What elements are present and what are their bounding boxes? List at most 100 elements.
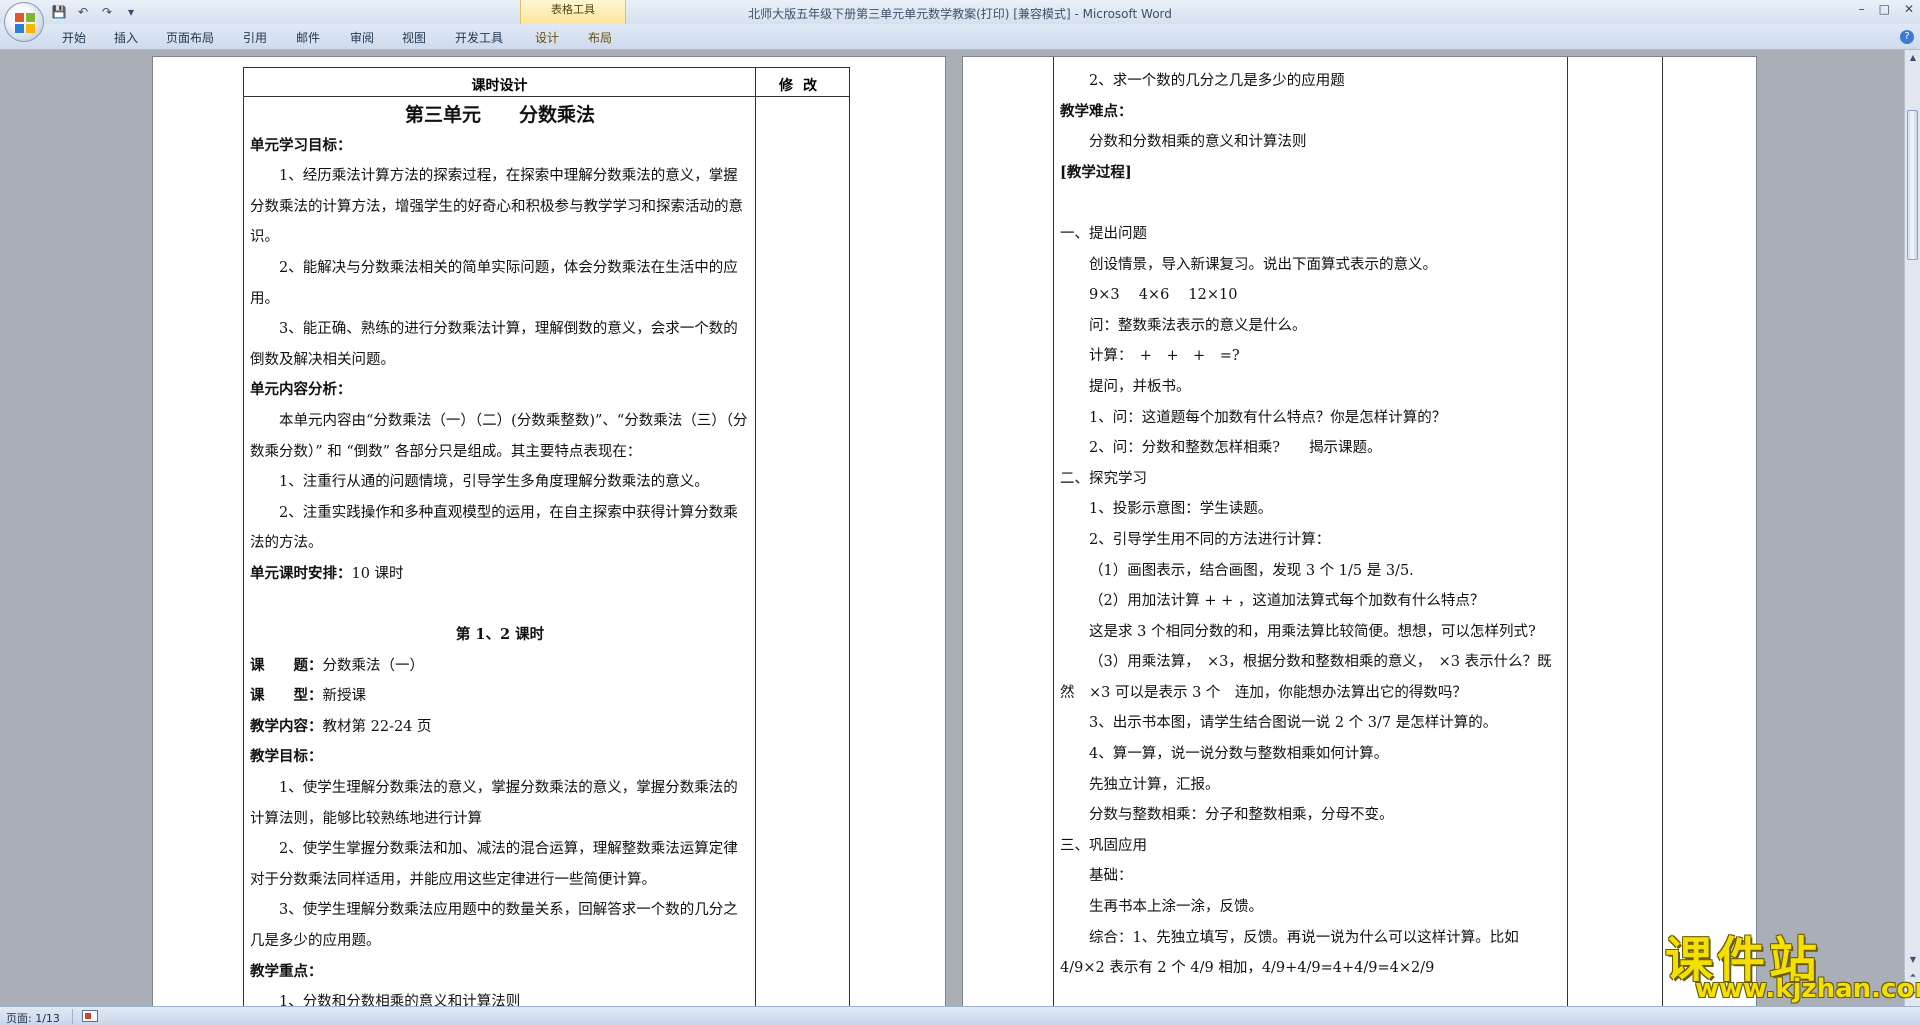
close-button[interactable]: ✕ [1904,2,1914,16]
teach-goals-label: 教学目标： [250,748,323,766]
proofing-status-icon[interactable] [82,1010,98,1022]
schedule-value: 10 课时 [351,565,404,582]
section-2: 二、探究学习 [1060,470,1147,487]
maximize-button[interactable]: □ [1879,2,1890,16]
header-row-divider [244,96,849,97]
unit-goals-label: 单元学习目标： [250,136,352,154]
teach-content-label: 教学内容： [250,717,323,735]
process-line: 创设情景，导入新课复习。说出下面算式表示的意义。 [1089,256,1437,273]
teach-goal-2: 2、使学生掌握分数乘法和加、减法的混合运算，理解整数乘法运算定律对于分数乘法同样… [250,841,738,888]
process-line: 分数与整数相乘：分子和整数相乘，分母不变。 [1089,807,1394,824]
save-icon[interactable]: 💾 [50,4,68,20]
column-divider [1567,57,1568,1006]
process-line: 综合：1、先独立填写，反馈。再说一说为什么可以这样计算。比如 4/9×2 表示有… [1060,929,1519,977]
watermark: 课件站 www.kjzhan.com [1665,920,1920,1005]
tab-layout[interactable]: 布局 [588,29,612,46]
status-divider [72,1009,73,1024]
lesson-design-header: 课时设计 [471,78,528,94]
process-line: 2、引导学生用不同的方法进行计算： [1089,531,1331,548]
key-point-2: 2、求一个数的几分之几是多少的应用题 [1089,73,1345,89]
undo-icon[interactable]: ↶ [74,4,92,20]
redo-icon[interactable]: ↷ [98,4,116,20]
page-count-status[interactable]: 页面: 1/13 [6,1010,60,1025]
teach-content-value: 教材第 22-24 页 [322,718,432,735]
topic-line: 课 题：分数乘法（一） [250,651,750,682]
key-points-label: 教学重点： [250,962,323,980]
page-1-body[interactable]: 第三单元 分数乘法 单元学习目标： 1、经历乘法计算方法的探索过程，在探索中理解… [250,100,750,1006]
topic-label: 课 题： [250,656,323,674]
process-line: 1、投影示意图：学生读题。 [1089,501,1273,518]
difficulty-text: 分数和分数相乘的意义和计算法则 [1089,134,1307,151]
process-line: 2、问：分数和整数怎样相乘? 揭示课题。 [1089,440,1382,457]
content-analysis-text: 本单元内容由“分数乘法（一）（二）(分数乘整数)”、“分数乘法（三）（分数乘分数… [250,412,748,460]
tab-design[interactable]: 设计 [535,29,559,46]
tab-mailings[interactable]: 邮件 [296,29,320,46]
document-workspace: 课时设计 修改 第三单元 分数乘法 单元学习目标： 1、经历乘法计算方法的探索过… [0,50,1904,1006]
type-line: 课 型：新授课 [250,681,750,712]
process-line: 计算： + + + =? [1089,348,1240,365]
unit-goal-3: 3、能正确、熟练的进行分数乘法计算，理解倒数的意义，会求一个数的倒数及解决相关问… [250,321,738,368]
difficulty-label: 教学难点： [1060,102,1133,120]
help-icon[interactable]: ? [1900,30,1914,44]
section-3: 三、巩固应用 [1060,837,1147,854]
lesson-table-page-2: 2、求一个数的几分之几是多少的应用题 教学难点： 分数和分数相乘的意义和计算法则… [1053,57,1663,1006]
schedule-label: 单元课时安排： [250,564,352,582]
unit-goal-2: 2、能解决与分数乘法相关的简单实际问题，体会分数乘法在生活中的应用。 [250,259,738,307]
teach-goal-3: 3、使学生理解分数乘法应用题中的数量关系，回解答求一个数的几分之几是多少的应用题… [250,902,738,950]
tab-references[interactable]: 引用 [243,29,267,46]
process-line: 4、算一算，说一说分数与整数相乘如何计算。 [1089,746,1389,763]
lesson-table-page-1: 课时设计 修改 第三单元 分数乘法 单元学习目标： 1、经历乘法计算方法的探索过… [243,67,850,1006]
teach-goal-1: 1、使学生理解分数乘法的意义，掌握分数乘法的意义，掌握分数乘法的计算法则，能够比… [250,780,738,827]
teach-content-line: 教学内容：教材第 22-24 页 [250,712,750,743]
qat-more-icon[interactable]: ▾ [122,4,140,20]
process-line: 基础： [1089,868,1133,885]
process-label: [教学过程] [1060,163,1132,181]
process-line: （3）用乘法算， ×3，根据分数和整数相乘的意义， ×3 表示什么？既然 ×3 … [1060,654,1552,701]
process-line: 3、出示书本图，请学生结合图说一说 2 个 3/7 是怎样计算的。 [1089,715,1498,732]
process-line: （2）用加法计算 + + ，这道加法算式每个加数有什么特点？ [1089,593,1485,610]
window-controls: – □ ✕ [1859,2,1914,16]
section-1: 一、提出问题 [1060,225,1147,242]
process-line: 问：整数乘法表示的意义是什么。 [1089,317,1307,334]
lesson-heading: 第 1、2 课时 [455,626,545,644]
content-analysis-label: 单元内容分析： [250,381,352,399]
tab-developer[interactable]: 开发工具 [455,29,503,46]
document-page-2: 2、求一个数的几分之几是多少的应用题 教学难点： 分数和分数相乘的意义和计算法则… [962,56,1757,1006]
tab-review[interactable]: 审阅 [350,29,374,46]
scroll-up-icon[interactable]: ▲ [1907,52,1919,64]
feature-1: 1、注重行从通的问题情境，引导学生多角度理解分数乘法的意义。 [279,474,709,491]
page-2-body[interactable]: 2、求一个数的几分之几是多少的应用题 教学难点： 分数和分数相乘的意义和计算法则… [1060,66,1562,984]
title-bar: 💾 ↶ ↷ ▾ 表格工具 北师大版五年级下册第三单元单元数学教案(打印) [兼容… [0,0,1920,24]
process-line: 这是求 3 个相同分数的和，用乘法算比较简便。想想，可以怎样列式? [1089,623,1536,640]
type-value: 新授课 [322,688,367,705]
ribbon-tabs: 开始 插入 页面布局 引用 邮件 审阅 视图 开发工具 设计 布局 ? [0,24,1920,50]
process-line: 9×3 4×6 12×10 [1089,287,1238,304]
scroll-thumb[interactable] [1907,110,1918,260]
process-line: 先独立计算，汇报。 [1089,776,1220,793]
topic-value: 分数乘法（一） [322,657,425,674]
key-point-1: 1、分数和分数相乘的意义和计算法则 [279,994,521,1006]
unit-goal-1: 1、经历乘法计算方法的探索过程，在探索中理解分数乘法的意义，掌握分数乘法的计算方… [250,168,743,246]
office-button[interactable] [4,2,44,42]
process-line: 1、问：这道题每个加数有什么特点？你是怎样计算的？ [1089,409,1447,426]
tab-insert[interactable]: 插入 [114,29,138,46]
watermark-url: www.kjzhan.com [1695,974,1920,1004]
document-page-1: 课时设计 修改 第三单元 分数乘法 单元学习目标： 1、经历乘法计算方法的探索过… [152,56,946,1006]
window-title: 北师大版五年级下册第三单元单元数学教案(打印) [兼容模式] - Microso… [748,7,1172,21]
process-line: 生再书本上涂一涂，反馈。 [1089,899,1263,916]
tab-page-layout[interactable]: 页面布局 [166,29,214,46]
tab-view[interactable]: 视图 [402,29,426,46]
tab-home[interactable]: 开始 [62,29,86,46]
feature-2: 2、注重实践操作和多种直观模型的运用，在自主探索中获得计算分数乘法的方法。 [250,504,738,552]
revision-header: 修改 [779,78,827,94]
status-bar: 页面: 1/13 [0,1006,1920,1025]
unit-title: 第三单元 分数乘法 [404,104,595,126]
type-label: 课 型： [250,687,323,705]
quick-access-toolbar: 💾 ↶ ↷ ▾ [50,3,140,21]
process-line: （1）画图表示，结合画图，发现 3 个 1/5 是 3/5. [1089,562,1414,579]
minimize-button[interactable]: – [1859,2,1865,16]
column-divider [755,68,756,1006]
vertical-scrollbar[interactable]: ▲ ▼ ⏶ ⏷ [1904,50,1920,1006]
